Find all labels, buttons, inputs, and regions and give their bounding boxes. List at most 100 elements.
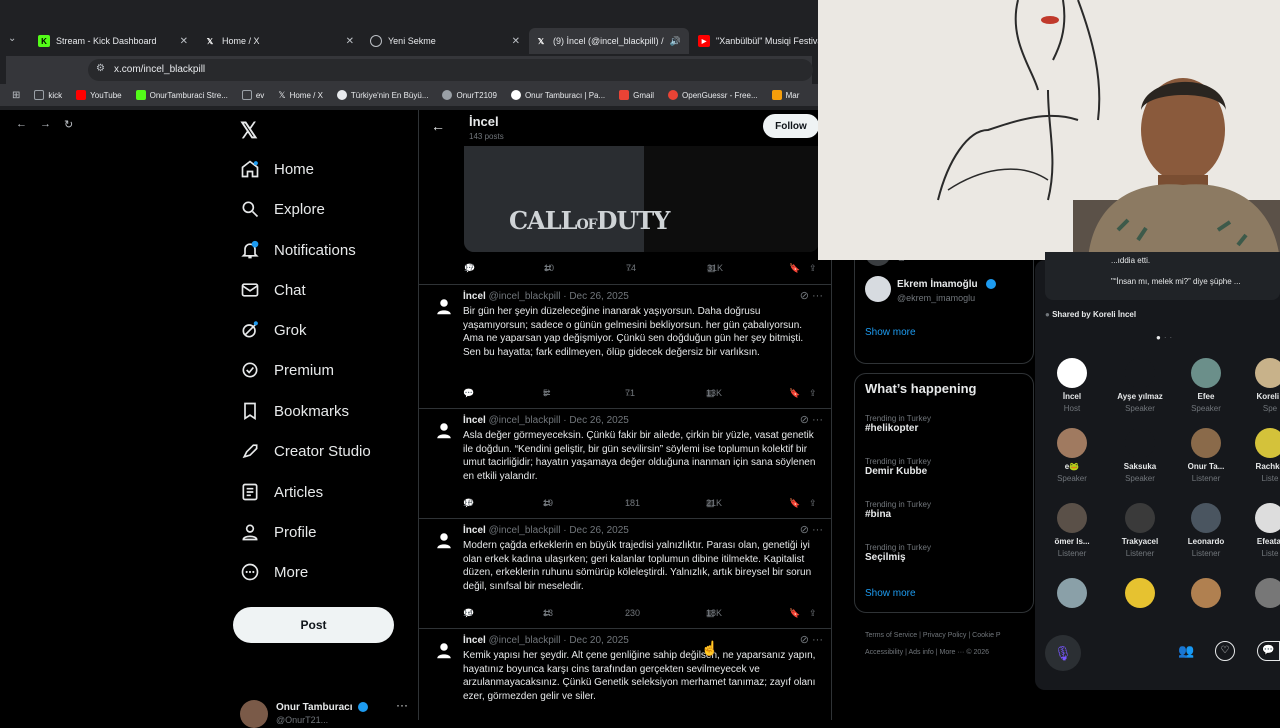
bookmark-gmail[interactable]: Gmail [619, 90, 654, 100]
nav-creator-studio[interactable]: Creator Studio [240, 441, 371, 461]
space-participant[interactable]: ömer ls... Listener [1043, 503, 1101, 558]
close-tab-icon[interactable]: ✕ [512, 36, 520, 47]
bookmark-mar[interactable]: Mar [771, 90, 799, 100]
pagination-dots[interactable]: ●·· [1156, 333, 1175, 342]
avatar[interactable] [433, 529, 455, 551]
bookmark-kick[interactable]: kick [34, 90, 62, 100]
accessibility-link[interactable]: Accessibility [865, 649, 903, 656]
grok-icon[interactable]: ⊘ [800, 290, 809, 302]
space-participant[interactable]: Onur Ta... Listener [1177, 428, 1235, 483]
terms-link[interactable]: Terms of Service [865, 632, 917, 639]
tweet[interactable]: İncel @incel_blackpill · Dec 26, 2025 ⊘ … [419, 284, 831, 408]
tweet-media-image[interactable]: CALLOFDUTY [464, 146, 819, 252]
space-participant[interactable]: Koreli İ Spe [1241, 358, 1280, 413]
tweet[interactable]: İncel @incel_blackpill · Dec 20, 2025 ⊘ … [419, 628, 831, 720]
bookmark-onur-page[interactable]: Onur Tamburacı | Pa... [510, 90, 605, 100]
grok-icon[interactable]: ⊘ [800, 634, 809, 646]
x-logo-icon[interactable]: 𝕏 [240, 118, 258, 144]
ads-info-link[interactable]: Ads info [908, 649, 933, 656]
nav-explore[interactable]: Explore [240, 199, 325, 219]
nav-bookmarks[interactable]: Bookmarks [240, 401, 349, 421]
space-participant[interactable]: e🐸 Speaker [1043, 428, 1101, 483]
tab-list-icon[interactable]: ⌄ [8, 33, 16, 44]
trend-item[interactable]: Trending in Turkey Demir Kubbe [865, 457, 931, 477]
url-input[interactable]: ⚙ x.com/incel_blackpill [88, 59, 813, 81]
nav-articles[interactable]: Articles [240, 482, 323, 502]
bookmark-onur-stream[interactable]: OnurTamburaci Stre... [135, 90, 228, 100]
more-dots-icon[interactable]: ··· [812, 524, 823, 536]
space-participant[interactable]: Rachko Liste [1241, 428, 1280, 483]
show-more-link[interactable]: Show more [865, 588, 916, 599]
tweet-more-menu[interactable]: ⊘ ··· [800, 413, 823, 426]
tab-kick-dashboard[interactable]: K Stream - Kick Dashboard ✕ [32, 30, 194, 52]
tweet-more-menu[interactable]: ⊘ ··· [800, 289, 823, 302]
avatar[interactable] [433, 419, 455, 441]
space-participant[interactable] [1177, 578, 1235, 612]
space-quote-card[interactable]: ...ıddia etti. "“İnsan mı, melek mi?” di… [1045, 252, 1280, 300]
space-participant[interactable]: Efeatal Liste [1241, 503, 1280, 558]
more-link[interactable]: More ··· [940, 649, 965, 656]
account-switcher[interactable]: Onur Tamburacı @OnurT21... ··· [240, 698, 415, 728]
space-participant[interactable] [1241, 578, 1280, 612]
trend-item[interactable]: Trending in Turkey #helikopter [865, 414, 931, 434]
nav-premium[interactable]: Premium [240, 360, 334, 380]
nav-more[interactable]: More [240, 562, 308, 582]
bookmark-openguessr[interactable]: OpenGuessr - Free... [668, 90, 758, 100]
heart-reaction-icon[interactable]: ♡ [1215, 641, 1235, 661]
close-tab-icon[interactable]: ✕ [346, 36, 354, 47]
space-participant[interactable] [1111, 578, 1169, 612]
grok-icon[interactable]: ⊘ [800, 524, 809, 536]
tweet[interactable]: İncel @incel_blackpill · Dec 26, 2025 ⊘ … [419, 408, 831, 518]
show-more-link[interactable]: Show more [865, 327, 916, 338]
comment-icon[interactable]: 💬 [1257, 641, 1280, 661]
nav-grok[interactable]: Grok [240, 320, 307, 340]
reload-icon[interactable]: ↻ [64, 118, 73, 131]
avatar[interactable] [865, 276, 891, 302]
more-dots-icon[interactable]: ··· [396, 698, 408, 712]
space-participant[interactable]: Leonardo Listener [1177, 503, 1235, 558]
more-dots-icon[interactable]: ··· [812, 290, 823, 302]
bookmark-youtube[interactable]: YouTube [76, 90, 122, 100]
audio-playing-icon[interactable]: 🔊 [670, 36, 681, 47]
trend-item[interactable]: Trending in Turkey Seçilmiş [865, 543, 931, 563]
close-tab-icon[interactable]: ✕ [180, 36, 188, 47]
nav-profile[interactable]: Profile [240, 522, 317, 542]
bookmark-onurt2109[interactable]: OnurT2109 [442, 90, 497, 100]
back-arrow-icon[interactable]: ← [431, 118, 445, 134]
cookie-link[interactable]: Cookie P [972, 632, 1000, 639]
bookmark-turkiye[interactable]: Türkiye'nin En Büyü... [336, 90, 428, 100]
space-participant[interactable]: Efee Speaker [1177, 358, 1235, 413]
tab-home-x[interactable]: 𝕏 Home / X ✕ [198, 30, 360, 52]
forward-icon[interactable]: → [40, 118, 51, 130]
tweet[interactable]: İncel @incel_blackpill · Dec 26, 2025 ⊘ … [419, 518, 831, 628]
tab-youtube-festival[interactable]: ▶ "Xanbülbül" Musiqi Festivalı [692, 30, 818, 52]
space-participant[interactable] [1043, 578, 1101, 612]
grok-icon[interactable]: ⊘ [800, 414, 809, 426]
back-icon[interactable]: ← [16, 118, 27, 130]
nav-chat[interactable]: Chat [240, 280, 306, 300]
privacy-link[interactable]: Privacy Policy [923, 632, 967, 639]
avatar[interactable] [433, 639, 455, 661]
avatar[interactable] [433, 295, 455, 317]
bookmark-home-x[interactable]: 𝕏 Home / X [278, 90, 323, 101]
tweet-more-menu[interactable]: ⊘ ··· [800, 523, 823, 536]
follow-button[interactable]: Follow [763, 114, 819, 138]
tab-new-tab[interactable]: Yeni Sekme ✕ [364, 30, 526, 52]
space-participant[interactable]: Saksuka Speaker [1111, 428, 1169, 483]
bookmark-ev[interactable]: ev [241, 90, 264, 100]
nav-home[interactable]: Home [240, 159, 314, 179]
space-participant[interactable]: İncel Host [1043, 358, 1101, 413]
tweet-more-menu[interactable]: ⊘ ··· [800, 633, 823, 646]
mic-button[interactable]: 🎙 [1045, 635, 1081, 671]
space-participant[interactable]: Ayşe yılmaz Speaker [1111, 358, 1169, 413]
nav-notifications[interactable]: Notifications [240, 240, 356, 260]
apps-grid-icon[interactable]: ⊞ [12, 90, 20, 101]
tab-incel-profile[interactable]: 𝕏 (9) İncel (@incel_blackpill) / 🔊 ✕ [529, 28, 689, 54]
more-dots-icon[interactable]: ··· [812, 634, 823, 646]
site-info-icon[interactable]: ⚙ [96, 63, 105, 74]
people-icon[interactable]: 👥 [1178, 643, 1194, 659]
space-participant[interactable]: Trakyacel Listener [1111, 503, 1169, 558]
trend-item[interactable]: Trending in Turkey #bina [865, 500, 931, 520]
more-dots-icon[interactable]: ··· [812, 414, 823, 426]
post-button[interactable]: Post [233, 607, 394, 643]
